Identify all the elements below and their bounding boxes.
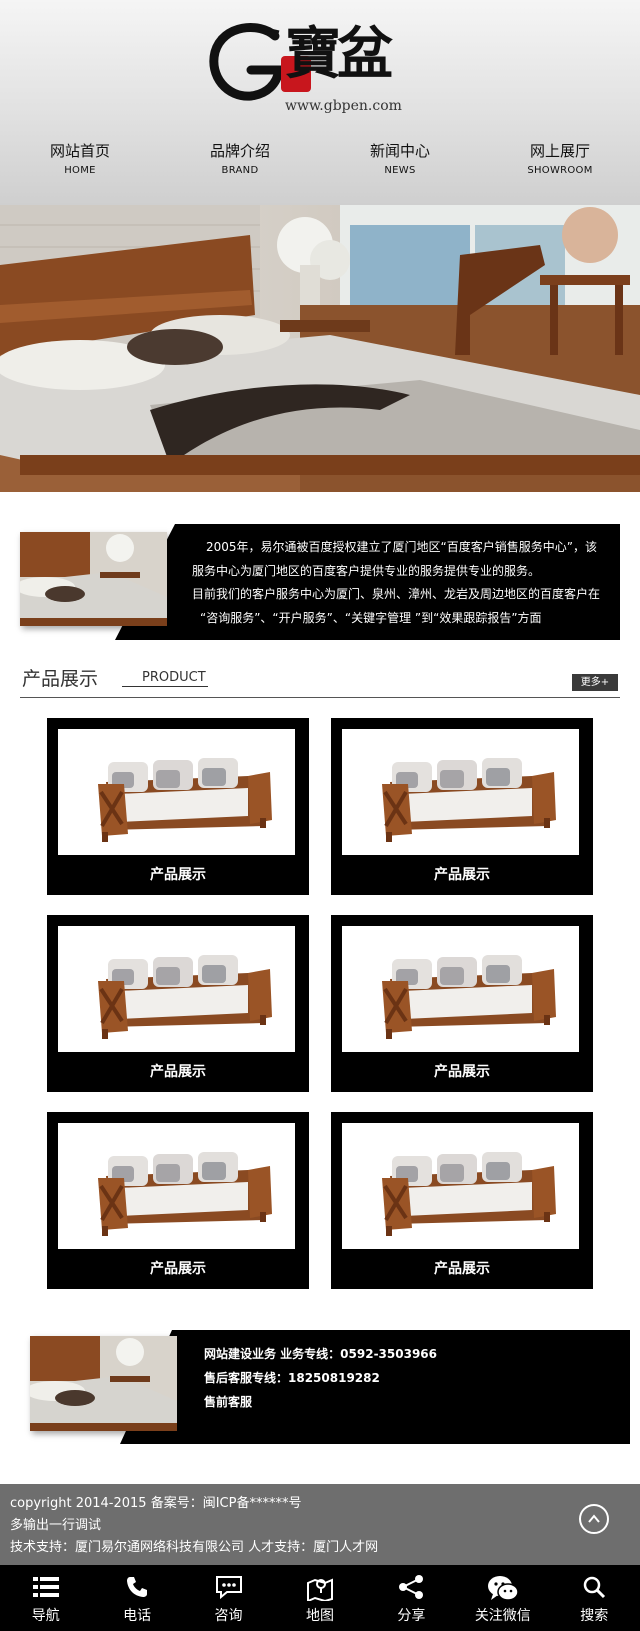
toolbar-share-button[interactable]: 分享 [366, 1565, 457, 1631]
toolbar-search-button[interactable]: 搜索 [549, 1565, 640, 1631]
product-image [342, 926, 579, 1052]
chevron-up-icon [588, 1514, 600, 1523]
product-image [342, 1123, 579, 1249]
product-label: 产品展示 [150, 1261, 206, 1277]
about-thumbnail[interactable] [20, 532, 167, 626]
about-text: 2005年，易尔通被百度授权建立了厦门地区“百度客户销售服务中心”，该 服务中心… [192, 536, 612, 630]
bedroom-thumbnail-image [30, 1336, 177, 1431]
nav-label: 品牌介绍 [209, 142, 270, 160]
search-icon [583, 1576, 606, 1599]
phone-icon [127, 1577, 148, 1597]
product-card[interactable]: 产品展示 [331, 718, 593, 895]
about-line: 服务中心为厦门地区的百度客户提供专业的服务提供专业的服务。 [192, 563, 541, 578]
product-image [58, 729, 295, 855]
logo-url: www.gbpen.com [285, 98, 402, 114]
nav-label-en: HOME [64, 165, 96, 176]
logo-text: 寶盆 [285, 21, 393, 87]
product-label: 产品展示 [434, 1064, 490, 1080]
toolbar-label: 关注微信 [474, 1608, 531, 1624]
toolbar-consult-button[interactable]: 咨询 [183, 1565, 274, 1631]
product-card[interactable]: 产品展示 [47, 1112, 309, 1289]
logo-g-mark [209, 23, 285, 101]
nav-item-showroom[interactable]: 网上展厅 SHOWROOM [480, 140, 640, 184]
nav-label-en: BRAND [221, 165, 259, 176]
toolbar-label: 分享 [397, 1608, 426, 1624]
toolbar-label: 地图 [305, 1608, 334, 1624]
product-section-title: 产品展示 [22, 668, 99, 690]
main-nav: 网站首页 HOME 品牌介绍 BRAND 新闻中心 NEWS 网上展厅 SHOW… [0, 140, 640, 184]
footer-support: 技术支持：厦门易尔通网络科技有限公司 人才支持：厦门人才网 [10, 1540, 379, 1555]
about-line: 目前我们的客户服务中心为厦门、泉州、漳州、龙岩及周边地区的百度客户在 [192, 587, 601, 601]
product-image [342, 729, 579, 855]
nav-item-brand[interactable]: 品牌介绍 BRAND [160, 140, 320, 184]
product-card[interactable]: 产品展示 [47, 718, 309, 895]
contact-thumbnail[interactable] [30, 1336, 177, 1431]
toolbar-map-button[interactable]: 地图 [274, 1565, 365, 1631]
nav-item-home[interactable]: 网站首页 HOME [0, 140, 160, 184]
nav-label: 网上展厅 [529, 142, 590, 160]
bottom-toolbar: 导航 电话 咨询 地图 分享 关注微信 搜索 [0, 1565, 640, 1631]
product-card[interactable]: 产品展示 [331, 915, 593, 1092]
bedroom-thumbnail-image [20, 532, 167, 626]
contact-line-business: 网站建设业务 业务专线：0592-3503966 [204, 1347, 438, 1361]
nav-item-news[interactable]: 新闻中心 NEWS [320, 140, 480, 184]
contact-text: 网站建设业务 业务专线：0592-3503966 售后客服专线：18250819… [204, 1342, 437, 1414]
product-section-title-en: PRODUCT [122, 670, 208, 687]
toolbar-nav-button[interactable]: 导航 [0, 1565, 91, 1631]
wechat-icon [487, 1576, 519, 1601]
product-image [58, 926, 295, 1052]
about-section: 2005年，易尔通被百度授权建立了厦门地区“百度客户销售服务中心”，该 服务中心… [20, 524, 620, 640]
menu-icon [32, 1577, 59, 1597]
about-line: “咨询服务”、“开户服务”、“关键字管理 ”到“效果跟踪报告”方面 [200, 610, 542, 625]
product-label: 产品展示 [150, 1064, 206, 1080]
nav-label: 新闻中心 [369, 142, 430, 160]
product-section-header: 产品展示 PRODUCT 更多+ [20, 662, 620, 698]
logo[interactable]: 寶盆 www.gbpen.com [205, 12, 405, 118]
product-label: 产品展示 [434, 867, 490, 883]
toolbar-phone-button[interactable]: 电话 [91, 1565, 182, 1631]
nav-label-en: SHOWROOM [527, 165, 593, 176]
back-to-top-button[interactable] [579, 1504, 609, 1534]
toolbar-label: 搜索 [580, 1608, 609, 1624]
bedroom-image [0, 205, 640, 492]
product-image [58, 1123, 295, 1249]
footer: copyright 2014-2015 备案号：闽ICP备******号 多输出… [0, 1484, 640, 1565]
nav-label: 网站首页 [49, 142, 110, 160]
contact-line-aftersales: 售后客服专线：18250819282 [204, 1371, 380, 1385]
more-products-button[interactable]: 更多+ [572, 674, 618, 691]
header: 寶盆 www.gbpen.com 网站首页 HOME 品牌介绍 BRAND 新闻… [0, 0, 640, 205]
toolbar-label: 导航 [31, 1608, 60, 1624]
share-icon [399, 1575, 424, 1599]
nav-label-en: NEWS [384, 165, 416, 176]
contact-line-presales[interactable]: 售前客服 [204, 1390, 437, 1414]
product-card[interactable]: 产品展示 [331, 1112, 593, 1289]
toolbar-wechat-button[interactable]: 关注微信 [457, 1565, 548, 1631]
product-label: 产品展示 [150, 867, 206, 883]
toolbar-label: 电话 [123, 1608, 152, 1624]
footer-debug-line: 多输出一行调试 [10, 1518, 102, 1533]
map-icon [306, 1578, 333, 1601]
chat-icon [215, 1576, 242, 1599]
toolbar-label: 咨询 [214, 1608, 243, 1624]
product-card[interactable]: 产品展示 [47, 915, 309, 1092]
contact-section: 网站建设业务 业务专线：0592-3503966 售后客服专线：18250819… [30, 1330, 630, 1444]
about-line: 2005年，易尔通被百度授权建立了厦门地区“百度客户销售服务中心”，该 [206, 540, 597, 554]
product-label: 产品展示 [434, 1261, 490, 1277]
footer-copyright: copyright 2014-2015 备案号：闽ICP备******号 [10, 1496, 302, 1511]
hero-banner[interactable] [0, 205, 640, 492]
